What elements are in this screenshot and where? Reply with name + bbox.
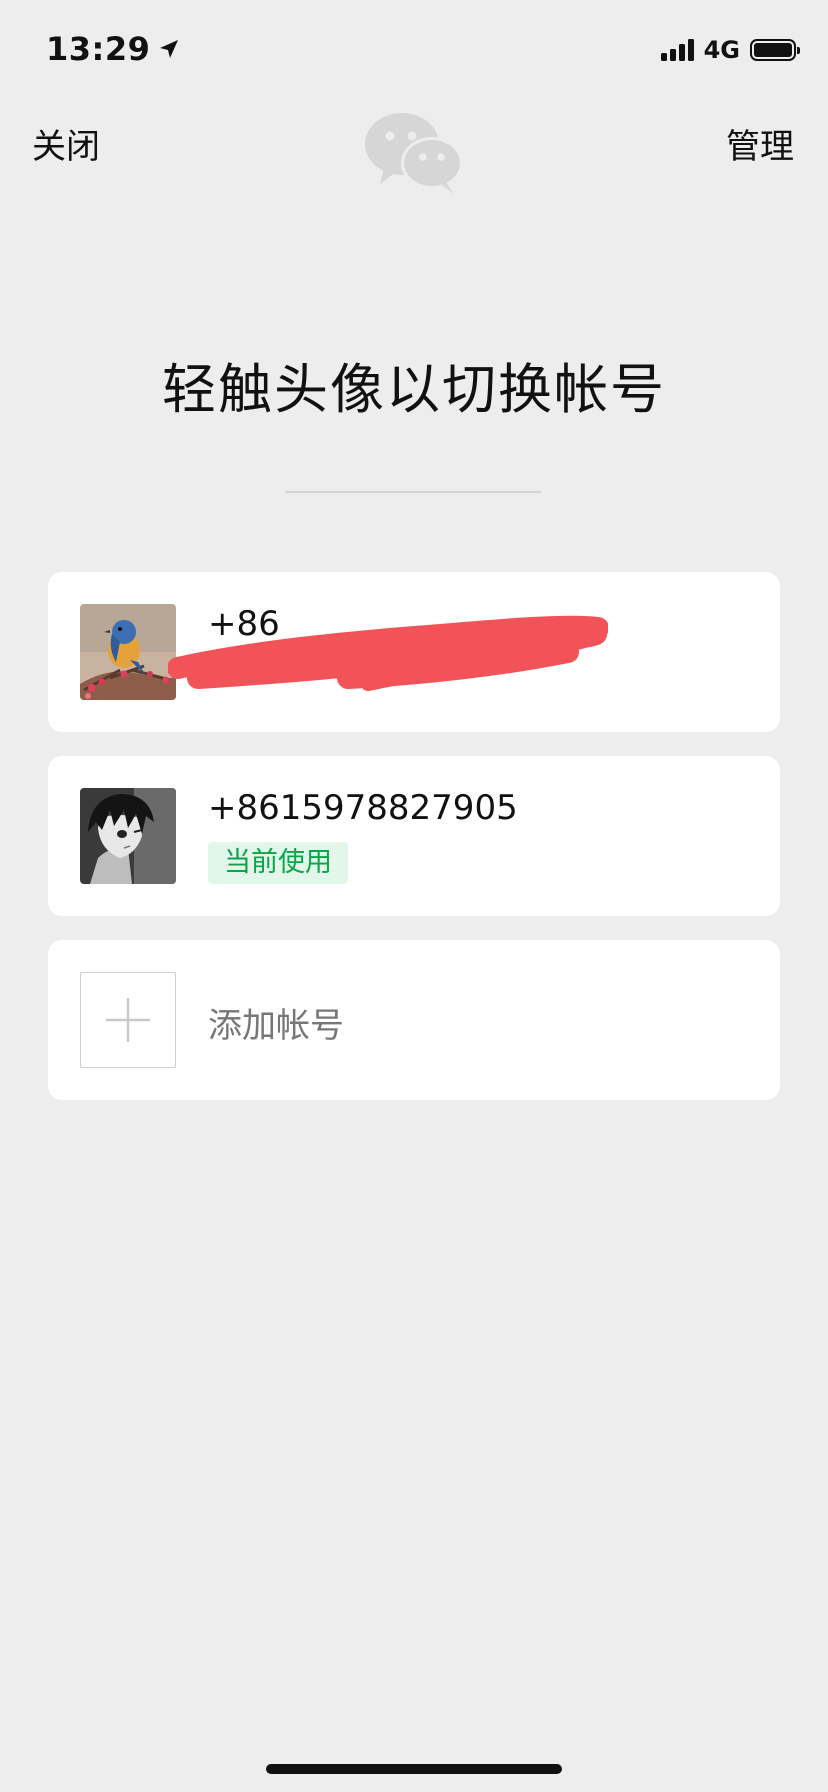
- account-card-redacted[interactable]: +86: [48, 572, 780, 732]
- network-label: 4G: [703, 36, 740, 64]
- battery-icon: [750, 39, 800, 61]
- close-button[interactable]: 关闭: [32, 119, 100, 168]
- wechat-logo-icon: [365, 113, 463, 194]
- avatar-bird[interactable]: [80, 604, 176, 700]
- divider: [285, 491, 541, 493]
- status-indicators: 4G: [660, 36, 800, 64]
- status-time-text: 13:29: [46, 30, 151, 68]
- bird-avatar-image: [80, 604, 176, 700]
- current-account-badge: 当前使用: [208, 842, 348, 884]
- signal-icon: [660, 39, 694, 61]
- account-number: +8615978827905: [208, 788, 518, 828]
- redaction-scribble: [168, 615, 608, 691]
- home-indicator[interactable]: [266, 1764, 562, 1774]
- add-account-label: 添加帐号: [208, 1006, 344, 1046]
- avatar-anime[interactable]: [80, 788, 176, 884]
- plus-icon: [106, 998, 150, 1042]
- account-card-current[interactable]: +8615978827905 当前使用: [48, 756, 780, 916]
- add-account-button[interactable]: [80, 972, 176, 1068]
- anime-avatar-image: [80, 788, 176, 884]
- page-title: 轻触头像以切换帐号: [162, 358, 666, 421]
- location-arrow-icon: [160, 40, 179, 58]
- add-account-card[interactable]: 添加帐号: [48, 940, 780, 1100]
- status-time: 13:29: [46, 30, 180, 68]
- manage-button[interactable]: 管理: [726, 119, 794, 168]
